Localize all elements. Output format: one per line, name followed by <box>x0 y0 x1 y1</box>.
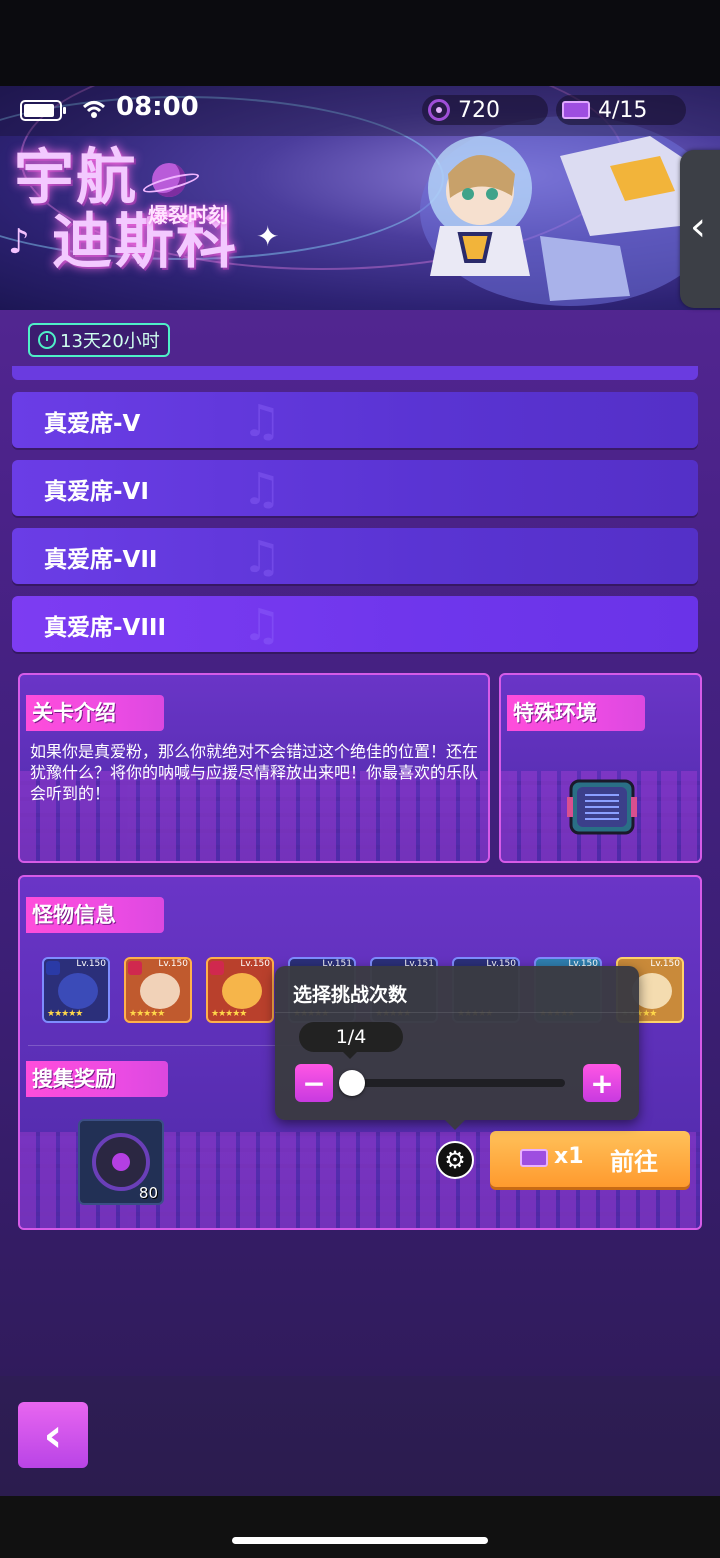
stage-label: 真爱席-VII <box>44 547 158 573</box>
plus-icon: + <box>590 1066 614 1100</box>
stage-label: 真爱席-VI <box>44 479 149 505</box>
go-label: 前往 <box>610 1148 658 1176</box>
stage-label: 真爱席-VIII <box>44 615 167 641</box>
clock-icon <box>38 331 56 349</box>
monster-stars: ★★★★★ <box>47 1009 83 1019</box>
music-note-icon: ♪ <box>8 222 30 262</box>
music-deco-icon: ♫ <box>242 532 282 583</box>
monster-level: Lv.150 <box>240 959 270 969</box>
challenge-count-popup: 选择挑战次数 1/4 − + <box>275 966 639 1130</box>
monster-level: Lv.150 <box>76 959 106 969</box>
wifi-icon <box>82 101 106 118</box>
count-slider-track[interactable] <box>345 1079 565 1087</box>
monster-card[interactable]: Lv.150 ★★★★★ <box>124 957 192 1023</box>
monster-stars: ★★★★★ <box>129 1009 165 1019</box>
planet-icon <box>152 163 186 197</box>
status-bar: 08:00 720 4/15 <box>0 86 720 136</box>
ticket-icon <box>520 1149 548 1167</box>
speaker-environment-icon[interactable] <box>567 775 637 839</box>
astronaut-girl-illustration <box>420 116 720 306</box>
sparkle-icon: ✦ <box>256 220 280 253</box>
stage-item-partial[interactable] <box>12 366 698 380</box>
event-timer: 13天20小时 <box>28 323 170 357</box>
intro-title: 关卡介绍 <box>26 695 164 731</box>
minus-icon: − <box>302 1066 326 1100</box>
music-deco-icon: ♫ <box>242 464 282 515</box>
count-display: 1/4 <box>299 1022 403 1059</box>
clock: 08:00 <box>116 92 199 122</box>
back-button[interactable]: ‹ <box>18 1402 88 1468</box>
element-badge-icon <box>128 961 142 975</box>
music-deco-icon: ♫ <box>242 396 282 447</box>
monster-level: Lv.150 <box>650 959 680 969</box>
monster-level: Lv.150 <box>158 959 188 969</box>
coin-amount: 720 <box>458 97 500 123</box>
stage-item[interactable]: 真爱席-V ♫ <box>12 392 698 448</box>
reward-title: 搜集奖励 <box>26 1061 168 1097</box>
chevron-left-icon: ‹ <box>690 204 706 250</box>
stage-item[interactable]: 真爱席-VII ♫ <box>12 528 698 584</box>
gear-icon: ⚙ <box>444 1146 466 1174</box>
popup-divider <box>275 1012 639 1013</box>
game-screen: 宇航 迪斯科 爆裂时刻 ♪ ✦ 08:00 720 4/15 ‹ 13天20小时… <box>0 86 720 1496</box>
reward-quantity: 80 <box>138 1184 158 1202</box>
go-button[interactable]: x1 前往 <box>490 1131 690 1187</box>
monster-portrait <box>222 973 262 1009</box>
element-badge-icon <box>210 961 224 975</box>
decrease-button[interactable]: − <box>295 1064 333 1102</box>
ticket-amount: 4/15 <box>598 97 648 123</box>
count-slider-knob[interactable] <box>339 1070 365 1096</box>
monster-stars: ★★★★★ <box>211 1009 247 1019</box>
stage-intro-panel: 关卡介绍 如果你是真爱粉，那么你就绝对不会错过这个绝佳的位置！还在犹豫什么？将你… <box>18 673 490 863</box>
monster-portrait <box>58 973 98 1009</box>
environment-title: 特殊环境 <box>507 695 645 731</box>
popup-title: 选择挑战次数 <box>293 984 408 1006</box>
stage-item[interactable]: 真爱席-VI ♫ <box>12 460 698 516</box>
side-drawer-tab[interactable]: ‹ <box>680 150 720 308</box>
time-left: 13天20小时 <box>60 331 160 352</box>
bottom-bar <box>0 1376 720 1496</box>
stage-item-selected[interactable]: 真爱席-VIII ♫ <box>12 596 698 652</box>
system-bottom-strip <box>0 1496 720 1558</box>
event-subtitle: 爆裂时刻 <box>148 203 228 227</box>
element-badge-icon <box>46 961 60 975</box>
monster-info-title: 怪物信息 <box>26 897 164 933</box>
ticket-counter[interactable]: 4/15 <box>556 95 686 125</box>
intro-text: 如果你是真爱粉，那么你就绝对不会错过这个绝佳的位置！还在犹豫什么？将你的呐喊与应… <box>30 742 479 803</box>
battery-icon <box>20 100 66 121</box>
music-deco-icon: ♫ <box>242 600 282 651</box>
coin-counter[interactable]: 720 <box>422 95 548 125</box>
monster-card[interactable]: Lv.150 ★★★★★ <box>206 957 274 1023</box>
chevron-left-icon: ‹ <box>43 1408 63 1462</box>
increase-button[interactable]: + <box>583 1064 621 1102</box>
special-environment-panel: 特殊环境 <box>499 673 702 863</box>
stage-label: 真爱席-V <box>44 411 141 437</box>
vinyl-disc-icon <box>92 1133 150 1191</box>
event-title-line1: 宇航 <box>14 143 138 213</box>
settings-gear-button[interactable]: ⚙ <box>436 1141 474 1179</box>
disc-coin-icon <box>428 99 450 121</box>
go-cost: x1 <box>554 1144 584 1169</box>
ticket-icon <box>562 101 590 119</box>
reward-item[interactable]: 80 <box>78 1119 164 1205</box>
monster-portrait <box>140 973 180 1009</box>
monster-card[interactable]: Lv.150 ★★★★★ <box>42 957 110 1023</box>
home-indicator[interactable] <box>232 1537 488 1544</box>
count-value: 1/4 <box>335 1026 367 1048</box>
